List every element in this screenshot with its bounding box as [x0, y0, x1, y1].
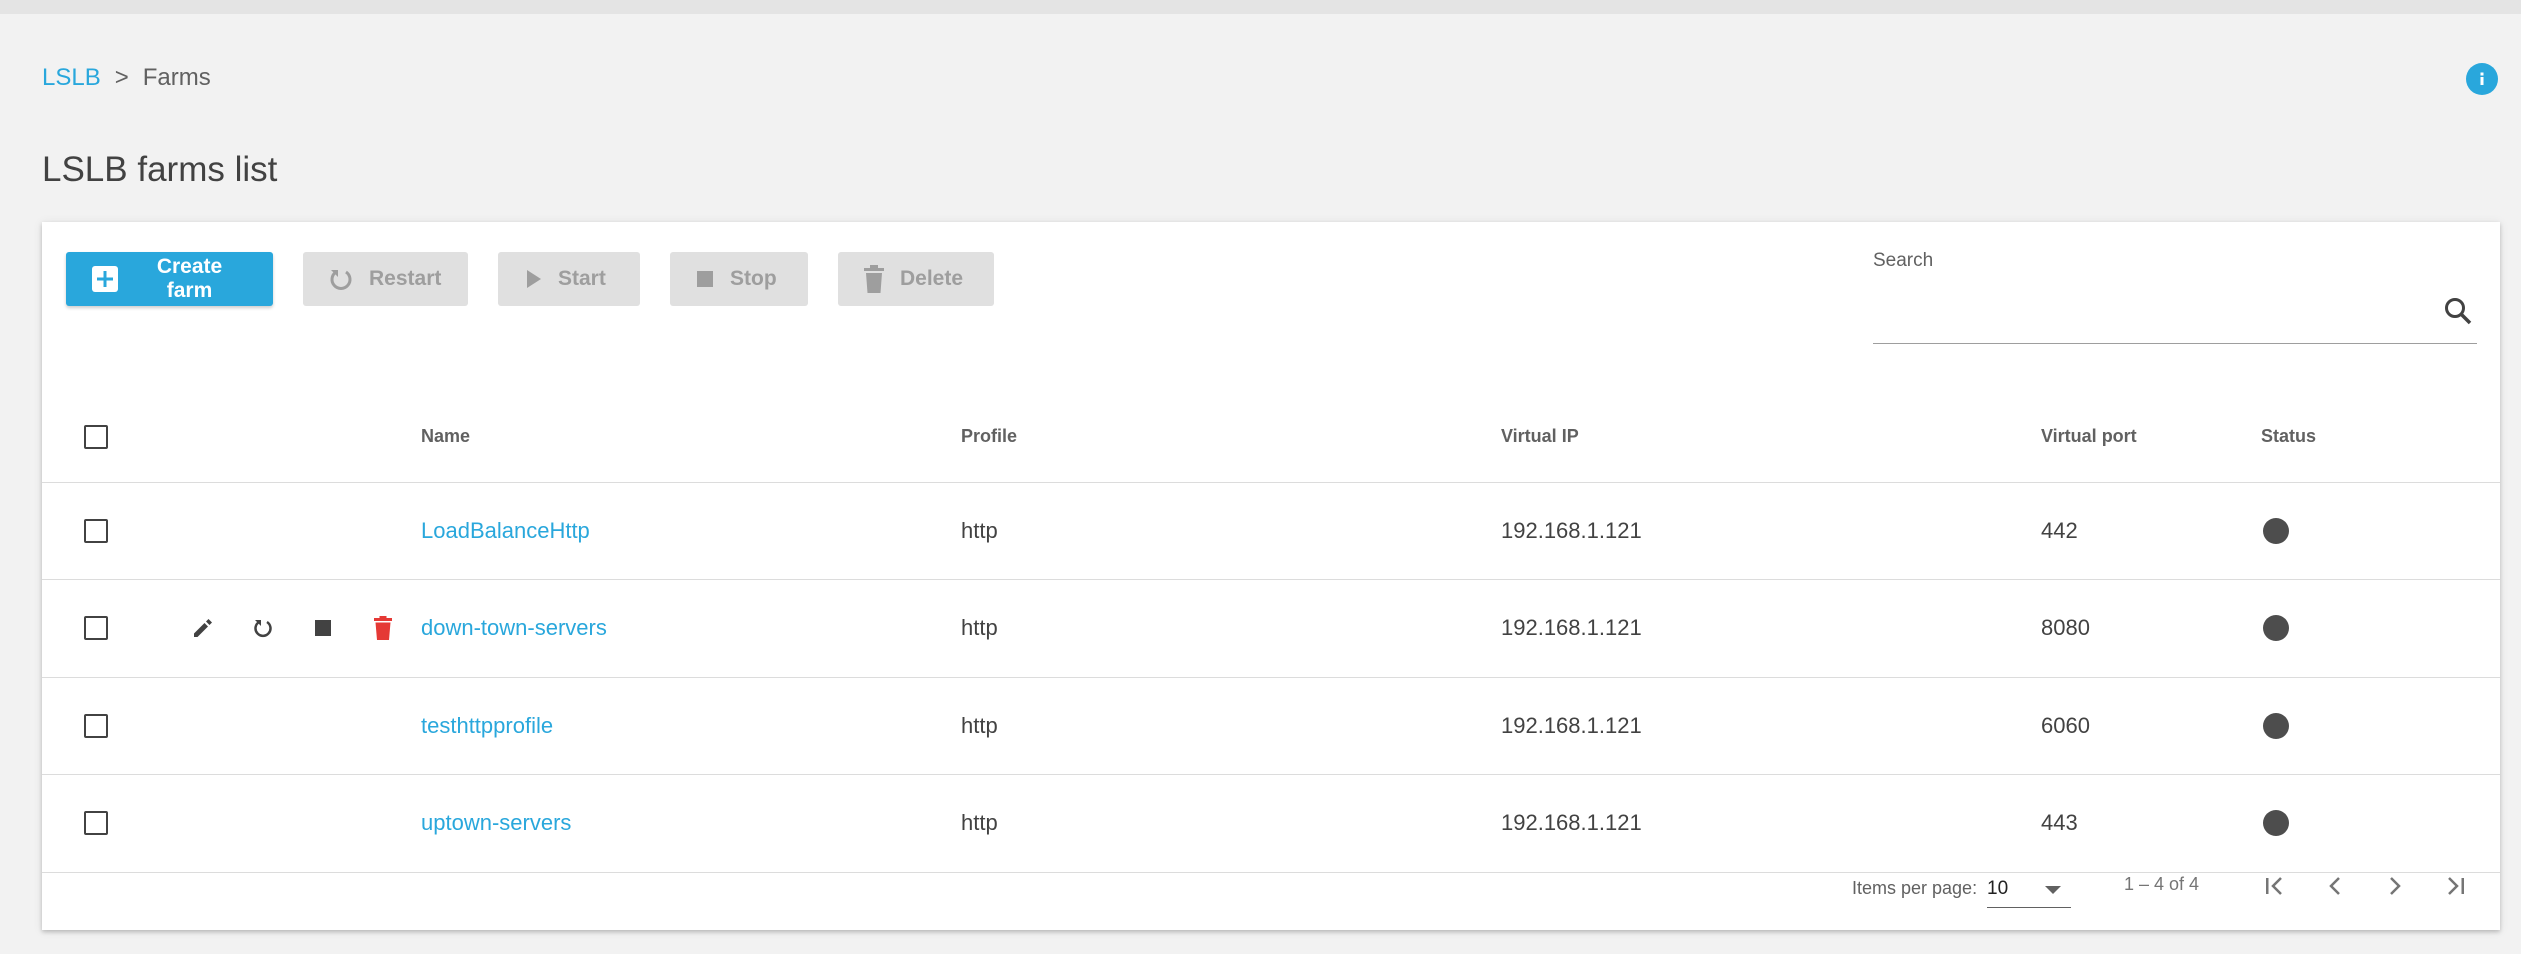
- restart-button[interactable]: Restart: [303, 252, 468, 306]
- stop-icon: [697, 271, 713, 287]
- top-bar: [0, 0, 2521, 14]
- farm-virtual-port: 442: [2041, 482, 2261, 580]
- page-size-value: 10: [1987, 878, 2009, 899]
- first-page-icon[interactable]: [2255, 866, 2295, 906]
- farm-virtual-port: 6060: [2041, 677, 2261, 775]
- restart-label: Restart: [369, 267, 442, 290]
- play-icon: [527, 270, 541, 288]
- toolbar: Create farm Restart Start Stop Delete: [66, 252, 994, 306]
- dropdown-arrow-icon: [2045, 886, 2061, 894]
- profile-column-header[interactable]: Profile: [961, 392, 1501, 483]
- page-title: LSLB farms list: [42, 150, 278, 189]
- farm-name-link[interactable]: LoadBalanceHttp: [421, 518, 590, 543]
- stop-button[interactable]: Stop: [670, 252, 808, 306]
- add-box-icon: [92, 266, 118, 292]
- search-input[interactable]: [1873, 284, 2413, 324]
- status-indicator: [2263, 712, 2289, 739]
- delete-button[interactable]: Delete: [838, 252, 994, 306]
- farm-name-link[interactable]: testhttpprofile: [421, 713, 553, 738]
- page-size-select[interactable]: 10: [1987, 872, 2071, 908]
- create-farm-button[interactable]: Create farm: [66, 252, 273, 306]
- status-indicator: [2263, 517, 2289, 544]
- delete-icon[interactable]: [370, 615, 396, 641]
- restart-icon: [330, 270, 352, 290]
- paginator: Items per page: 10 1 – 4 of 4: [42, 842, 2500, 930]
- start-label: Start: [558, 267, 606, 290]
- select-all-checkbox[interactable]: [84, 424, 108, 449]
- range-label: 1 – 4 of 4: [2124, 874, 2200, 894]
- farm-name-link[interactable]: uptown-servers: [421, 810, 571, 835]
- farm-virtual-ip: 192.168.1.121: [1501, 677, 2041, 775]
- breadcrumb-separator: >: [114, 64, 129, 91]
- next-page-icon[interactable]: [2375, 866, 2415, 906]
- farms-card: Create farm Restart Start Stop Delete Se…: [42, 222, 2500, 930]
- farm-profile: http: [961, 579, 1501, 678]
- breadcrumb-current: Farms: [142, 64, 211, 91]
- edit-icon[interactable]: [190, 615, 216, 641]
- stop-icon[interactable]: [310, 615, 336, 641]
- table-row: LoadBalanceHttp http 192.168.1.121 442: [42, 482, 2500, 580]
- row-checkbox[interactable]: [84, 713, 108, 738]
- status-indicator: [2263, 810, 2289, 837]
- items-per-page-label: Items per page:: [1852, 878, 1978, 898]
- row-checkbox[interactable]: [84, 616, 108, 641]
- delete-label: Delete: [900, 267, 964, 290]
- info-icon[interactable]: [2466, 63, 2498, 95]
- restart-icon[interactable]: [250, 615, 276, 641]
- farm-profile: http: [961, 482, 1501, 580]
- search-field: Search: [1873, 250, 2477, 344]
- farm-virtual-port: 8080: [2041, 579, 2261, 678]
- breadcrumb-lslb-link[interactable]: LSLB: [42, 64, 101, 92]
- farm-name-link[interactable]: down-town-servers: [421, 615, 607, 640]
- trash-icon: [864, 265, 884, 293]
- table-row: testhttpprofile http 192.168.1.121 6060: [42, 677, 2500, 775]
- last-page-icon[interactable]: [2435, 866, 2475, 906]
- name-column-header[interactable]: Name: [421, 392, 961, 483]
- previous-page-icon[interactable]: [2315, 866, 2355, 906]
- farms-table: Name Profile Virtual IP Virtual port Sta…: [42, 392, 2500, 873]
- stop-label: Stop: [730, 267, 777, 290]
- row-checkbox[interactable]: [84, 518, 108, 543]
- row-checkbox[interactable]: [84, 811, 108, 836]
- virtual-port-column-header[interactable]: Virtual port: [2041, 392, 2261, 483]
- table-header-row: Name Profile Virtual IP Virtual port Sta…: [42, 392, 2500, 483]
- row-actions: [138, 615, 421, 641]
- virtual-ip-column-header[interactable]: Virtual IP: [1501, 392, 2041, 483]
- farm-virtual-ip: 192.168.1.121: [1501, 579, 2041, 678]
- farm-profile: http: [961, 677, 1501, 775]
- status-indicator: [2263, 615, 2289, 642]
- start-button[interactable]: Start: [498, 252, 640, 306]
- status-column-header[interactable]: Status: [2261, 392, 2500, 483]
- search-icon[interactable]: [2443, 296, 2473, 326]
- create-farm-label: Create farm: [156, 255, 223, 302]
- breadcrumb: LSLB > Farms: [42, 64, 211, 92]
- search-label: Search: [1873, 250, 1934, 271]
- farm-virtual-ip: 192.168.1.121: [1501, 482, 2041, 580]
- table-row: down-town-servers http 192.168.1.121 808…: [42, 579, 2500, 678]
